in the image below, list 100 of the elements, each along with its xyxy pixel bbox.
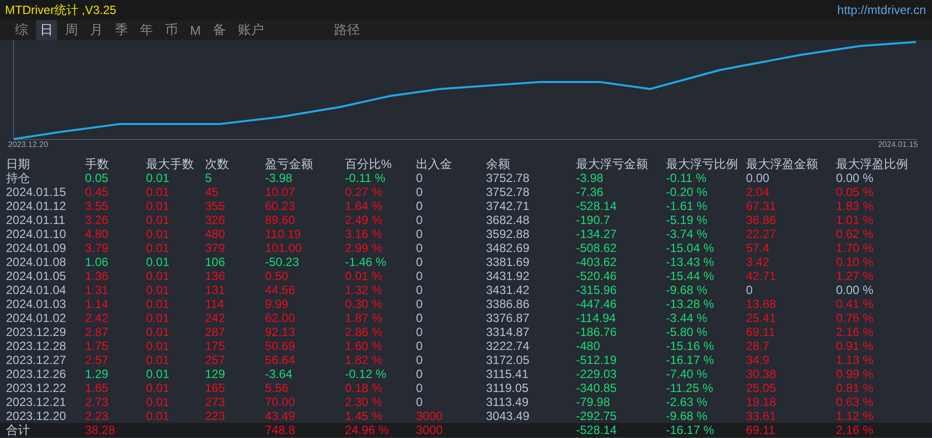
table-cell-text: -520.46 [576, 269, 618, 283]
table-cell-text: 257 [205, 353, 226, 367]
table-cell-text: 136 [205, 269, 226, 283]
table-cell-text: 114 [205, 297, 226, 311]
table-cell-text: 0.01 [146, 199, 170, 213]
table-cell-text: 2.42 [85, 311, 110, 325]
table-cell-text: 33.61 [746, 409, 778, 423]
table-cell-text: -3.98 [265, 171, 294, 185]
tab[interactable]: 月 [86, 20, 107, 40]
table-cell-text: 3592.88 [486, 227, 530, 241]
table-cell-text: -3.44 % [666, 311, 708, 325]
table-cell-text: 2024.01.10 [6, 227, 68, 241]
table-cell-text: 175 [205, 339, 226, 353]
tab[interactable]: 备 [208, 20, 230, 40]
table-cell-text: -0.12 % [345, 367, 388, 381]
table-cell-text: 748.8 [265, 423, 296, 437]
table-cell-text: -15.04 % [666, 241, 716, 255]
table-cell-text: -11.25 % [666, 381, 714, 395]
table-cell-text: 2023.12.27 [6, 353, 68, 367]
table-cell-text: 2.86 % [345, 325, 384, 339]
tab[interactable]: 年 [136, 20, 157, 40]
table-cell-text: 3752.78 [486, 171, 530, 185]
table-cell-text: 1.14 [85, 297, 110, 311]
table-cell-text: 1.36 [85, 269, 110, 283]
table-cell-text: 70.00 [265, 395, 296, 409]
table-cell-text: 2023.12.20 [6, 409, 68, 423]
path-tab[interactable]: 路径 [330, 20, 364, 40]
table-cell-text: 5.56 [265, 381, 290, 395]
table-cell-text: 57.4 [746, 241, 770, 255]
column-header: 最大手数 [146, 157, 195, 171]
table-cell-text: 1.13 % [836, 353, 874, 367]
table-cell-text: -79.98 [576, 395, 612, 409]
table-cell-text: -7.36 [576, 185, 604, 199]
table-cell-text: 0.01 % [345, 269, 384, 283]
table-cell-text: -5.19 % [666, 213, 708, 227]
table-cell-text: 0 [416, 213, 424, 227]
table-cell-text: 0.91 % [836, 339, 874, 353]
column-header: 最大浮盈比例 [836, 157, 909, 171]
tab[interactable]: 季 [111, 20, 132, 40]
table-cell-text: -480 [576, 339, 602, 353]
table-cell-text: 0.01 [146, 325, 170, 339]
column-header: 盈亏金额 [265, 157, 314, 171]
tab[interactable]: 周 [61, 20, 82, 40]
table-cell-text: 480 [205, 227, 226, 241]
table-cell-text: 0.00 % [836, 283, 874, 297]
table-cell-text: 3.16 % [345, 227, 384, 241]
table-cell-text: 2024.01.09 [6, 241, 68, 255]
table-cell-text: 0.05 % [836, 185, 874, 199]
table-cell-text: 2024.01.08 [6, 255, 68, 269]
table-cell-text: 3314.87 [486, 325, 530, 339]
table-cell-text: -186.76 [576, 325, 618, 339]
table-cell-text: 4.80 [85, 227, 110, 241]
table-cell-text: 2024.01.02 [6, 311, 68, 325]
table-cell-text: 0.01 [146, 409, 170, 423]
table-cell-text: 3.55 [85, 199, 110, 213]
tab[interactable]: 综 [11, 20, 32, 40]
table-cell-text: 0.01 [146, 311, 170, 325]
table-cell-text: 0.76 % [836, 311, 874, 325]
table-cell-text: 0.41 % [836, 297, 874, 311]
start-date-label: 2023.12.20 [8, 140, 48, 150]
table-cell-text: 50.69 [265, 339, 296, 353]
table-cell-text: 165 [205, 381, 226, 395]
table-cell-text: 0.01 [146, 185, 170, 199]
tab[interactable]: 日 [36, 20, 57, 40]
table-cell-text: -2.63 % [666, 395, 708, 409]
table-cell-text: 9.99 [265, 297, 290, 311]
table-cell-text: -50.23 [265, 255, 300, 269]
column-header: 最大浮亏金额 [576, 157, 649, 171]
tab[interactable]: 账户 [234, 20, 268, 40]
table-cell-text: -7.40 % [666, 367, 708, 381]
table-cell-text: -9.68 % [666, 283, 708, 297]
tab[interactable]: 币 [161, 20, 182, 40]
table-cell-text: -528.14 [576, 199, 618, 213]
table-cell-text: -16.17 % [666, 423, 716, 437]
website-link[interactable]: http://mtdriver.cn [837, 3, 926, 17]
table-cell-text: 0.01 [146, 227, 170, 241]
table-cell-text: 3222.74 [486, 339, 530, 353]
table-cell-text: -0.20 % [666, 185, 708, 199]
table-cell-text: -13.43 % [666, 255, 716, 269]
table-cell-text: 43.49 [265, 409, 296, 423]
table-cell-text: -340.85 [576, 381, 618, 395]
table-cell-text: -1.46 % [345, 255, 388, 269]
table-cell-text: -15.16 % [666, 339, 716, 353]
table-cell-text: -1.61 % [666, 199, 708, 213]
table-cell-text: 0.01 [146, 381, 170, 395]
table-cell-text: 2.04 [746, 185, 770, 199]
table-cell-text: 62.00 [265, 311, 296, 325]
table-cell-text: -315.96 [576, 283, 618, 297]
table-cell-text: 56.64 [265, 353, 296, 367]
table-cell-text: -5.80 % [666, 325, 708, 339]
table-cell-text: 34.9 [746, 353, 770, 367]
table-cell-text: 3682.48 [486, 213, 530, 227]
table-cell-text: -114.94 [576, 311, 617, 325]
table-cell-text: 2.49 % [345, 213, 384, 227]
tab[interactable]: M [186, 22, 205, 38]
table-cell-text: -292.75 [576, 409, 618, 423]
table-cell-text: 355 [205, 199, 226, 213]
table-cell-text: 25.05 [746, 381, 778, 395]
table-cell-text: 2024.01.12 [6, 199, 68, 213]
table-cell-text: 0.01 [146, 367, 170, 381]
